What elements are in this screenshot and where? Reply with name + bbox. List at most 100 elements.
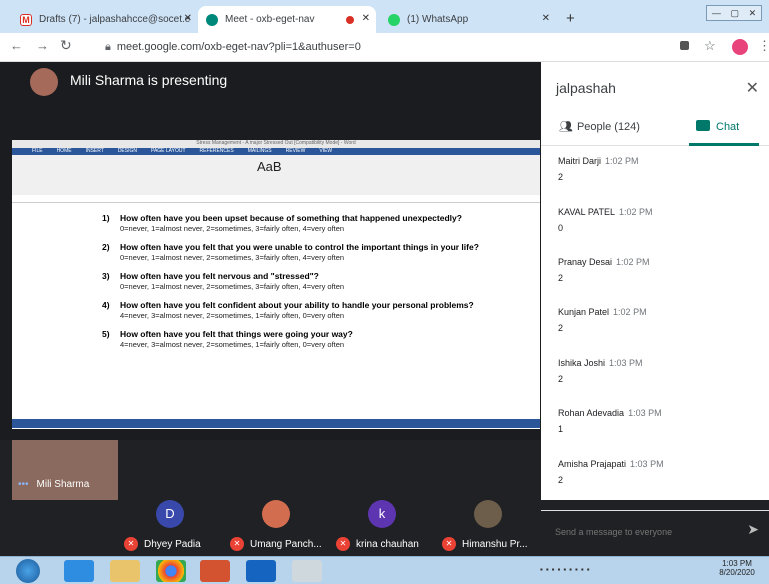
app-icon[interactable] [292, 560, 322, 582]
tab-title: (1) WhatsApp [407, 14, 469, 25]
profile-avatar[interactable] [732, 39, 748, 55]
close-tab-icon[interactable]: ✕ [542, 13, 550, 24]
participant-tile[interactable]: ••• Mili Sharma [18, 468, 89, 500]
tab-chat[interactable]: Chat [696, 120, 739, 133]
question-item: 2) How often have you felt that you were … [102, 242, 522, 263]
more-options-icon[interactable]: ••• [18, 479, 29, 490]
chat-message: Ishika Joshi 1:03 PM 2 [558, 358, 643, 384]
sender: Rohan Adevadia [558, 408, 625, 418]
question-number: 3) [102, 271, 110, 281]
lock-icon: 🔒︎ [105, 41, 111, 53]
participant-avatar [262, 500, 290, 528]
gmail-icon: M [20, 13, 32, 26]
sender: KAVAL PATEL [558, 207, 616, 217]
word-menu-item: PAGE LAYOUT [150, 148, 186, 154]
question-item: 1) How often have you been upset because … [102, 213, 522, 234]
forward-arrow-icon[interactable]: → [36, 38, 49, 53]
word-menu-item: DESIGN [117, 148, 137, 154]
window-controls[interactable]: — ▢ ✕ [706, 5, 762, 21]
presenter-banner: Mili Sharma is presenting [0, 62, 541, 140]
participant-name: krina chauhan [356, 538, 419, 550]
question-text: How often have you felt that things were… [120, 329, 353, 339]
address-toolbar: ← → ↻ 🔒︎ meet.google.com/oxb-eget-nav?pli… [0, 33, 769, 62]
camera-icon[interactable] [680, 41, 689, 50]
message-text: 0 [558, 223, 564, 233]
word-menu-item: REVIEW [285, 148, 306, 154]
chat-icon [696, 120, 710, 131]
chat-message: Amisha Prajapati 1:03 PM 2 [558, 459, 664, 485]
word-status-bar [12, 419, 540, 428]
mic-off-icon: ✕ [230, 537, 244, 551]
message-text: 2 [558, 475, 564, 485]
message-text: 2 [558, 374, 564, 384]
back-arrow-icon[interactable]: ← [10, 38, 23, 53]
close-icon[interactable]: ✕ [746, 78, 759, 98]
question-item: 5) How often have you felt that things we… [102, 329, 522, 350]
file-explorer-icon[interactable] [110, 560, 140, 582]
word-menu-item: FILE [32, 148, 43, 154]
document-body: 1) How often have you been upset because … [102, 213, 522, 358]
ie-icon[interactable] [64, 560, 94, 582]
tab-people[interactable]: 👥︎ People (124) [559, 120, 640, 133]
side-panel: jalpashah ✕ 👥︎ People (124) Chat Maitri D… [541, 62, 769, 541]
participant-avatar [474, 500, 502, 528]
system-tray-icons[interactable]: ▪▪▪▪▪▪▪▪▪ [540, 565, 690, 577]
close-tab-icon[interactable]: ✕ [184, 13, 192, 24]
tab-title: Meet - oxb-eget-nav [225, 14, 315, 25]
system-clock[interactable]: 1:03 PM 8/20/2020 [712, 559, 762, 577]
mic-off-icon: ✕ [442, 537, 456, 551]
browser-tab-strip: M Drafts (7) - jalpashahcce@socet.e ✕ Me… [0, 0, 769, 33]
question-number: 4) [102, 300, 110, 310]
os-taskbar: ▪▪▪▪▪▪▪▪▪ 1:03 PM 8/20/2020 [0, 556, 769, 584]
edge-icon[interactable] [246, 560, 276, 582]
mic-off-icon: ✕ [336, 537, 350, 551]
timestamp: 1:02 PM [613, 307, 647, 317]
send-icon[interactable]: ➤ [747, 521, 759, 538]
word-title: Stress Management - A major Stressed Out… [12, 140, 540, 148]
menu-kebab-icon[interactable]: ⋮ [758, 38, 769, 54]
reload-icon[interactable]: ↻ [60, 37, 72, 54]
participant-name: Himanshu Pr... [462, 538, 528, 550]
url-field[interactable]: 🔒︎ meet.google.com/oxb-eget-nav?pli=1&aut… [95, 38, 695, 57]
whatsapp-icon [388, 13, 400, 26]
participant-name: Dhyey Padia [144, 538, 201, 550]
question-text: How often have you felt that you were un… [120, 242, 479, 252]
close-window-icon[interactable]: ✕ [749, 8, 757, 19]
word-ribbon: Stress Management - A major Stressed Out… [12, 140, 540, 203]
chat-message: Maitri Darji 1:02 PM 2 [558, 156, 639, 182]
chat-message-input[interactable] [555, 523, 735, 541]
powerpoint-icon[interactable] [200, 560, 230, 582]
word-menu: FILE HOME INSERT DESIGN PAGE LAYOUT REFE… [12, 148, 540, 155]
message-text: 2 [558, 172, 564, 182]
chrome-icon[interactable] [156, 560, 186, 582]
style-sample: AaB [257, 159, 282, 174]
chat-message: Kunjan Patel 1:02 PM 2 [558, 307, 647, 333]
tab-meet[interactable]: Meet - oxb-eget-nav ✕ [198, 6, 376, 33]
sender: Ishika Joshi [558, 358, 606, 368]
tab-gmail[interactable]: M Drafts (7) - jalpashahcce@socet.e ✕ [12, 6, 198, 33]
star-icon[interactable]: ☆ [704, 38, 716, 54]
clock-date: 8/20/2020 [719, 568, 755, 577]
sender: Kunjan Patel [558, 307, 610, 317]
close-tab-icon[interactable]: ✕ [362, 13, 370, 24]
timestamp: 1:03 PM [609, 358, 643, 368]
new-tab-button[interactable]: + [566, 10, 575, 27]
chat-message: Rohan Adevadia 1:03 PM 1 [558, 408, 662, 434]
participant-avatar: D [156, 500, 184, 528]
minimize-icon[interactable]: — [712, 8, 721, 18]
presenter-banner-text: Mili Sharma is presenting [70, 72, 228, 88]
participant-avatar: k [368, 500, 396, 528]
timestamp: 1:02 PM [616, 257, 650, 267]
start-button[interactable] [16, 559, 40, 583]
chat-message: KAVAL PATEL 1:02 PM 0 [558, 207, 653, 233]
question-scale: 0=never, 1=almost never, 2=sometimes, 3=… [120, 253, 345, 262]
timestamp: 1:03 PM [628, 408, 662, 418]
chat-input-area: ➤ [541, 510, 769, 552]
word-menu-item: INSERT [85, 148, 104, 154]
people-icon: 👥︎ [559, 121, 573, 133]
question-item: 3) How often have you felt nervous and "s… [102, 271, 522, 292]
tab-whatsapp[interactable]: (1) WhatsApp ✕ [380, 6, 556, 33]
participant-name: Umang Panch... [250, 538, 322, 550]
maximize-icon[interactable]: ▢ [730, 8, 739, 19]
word-toolbar: AaB [12, 155, 540, 195]
